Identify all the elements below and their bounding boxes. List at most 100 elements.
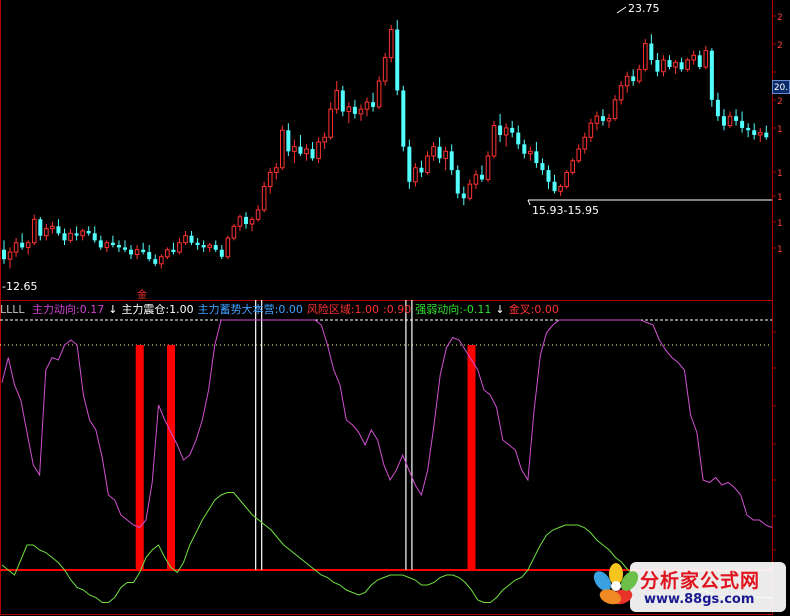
candle-body-down: [437, 146, 442, 159]
candle-body-down: [746, 127, 751, 131]
candle-body-up: [292, 146, 297, 152]
indicator-series: [0, 300, 773, 603]
candle-body-down: [213, 245, 218, 250]
candle-body-up: [304, 148, 309, 155]
candle-body-down: [286, 130, 291, 152]
candle-body-down: [552, 181, 557, 192]
candle-body-up: [588, 122, 594, 138]
candle-body-up: [564, 171, 569, 187]
candle-body-down: [667, 59, 672, 68]
price-axis: 2 2 2 1 1 1 1 1: [772, 13, 783, 255]
candle-body-up: [364, 101, 370, 110]
candle-body-down: [546, 170, 551, 182]
candle-body-up: [376, 80, 382, 108]
candlestick-series: [2, 20, 769, 269]
candle-body-down: [715, 99, 720, 117]
candle-body-down: [540, 163, 545, 171]
candle-body-up: [606, 118, 612, 122]
candle-body-up: [691, 54, 697, 61]
legend-item: 强弱动向:-0.11: [415, 303, 492, 316]
candle-body-down: [310, 149, 315, 159]
high-label: 23.75: [628, 2, 660, 15]
candle-body-down: [56, 226, 61, 234]
candle-body-up: [703, 50, 709, 68]
candle-body-down: [721, 116, 726, 126]
candle-body-down: [86, 231, 91, 234]
price-tick-label: 2: [777, 97, 783, 107]
candle-body-up: [443, 150, 448, 159]
candle-body-up: [7, 251, 13, 260]
candle-body-up: [334, 89, 340, 110]
candle-body-down: [740, 120, 745, 128]
candle-body-down: [244, 216, 248, 224]
candle-body-down: [419, 167, 424, 173]
candle-body-down: [510, 127, 515, 133]
candle-body-up: [358, 108, 364, 115]
candle-body-down: [522, 144, 527, 154]
signal-bar: [467, 345, 476, 570]
candle-body-down: [401, 90, 406, 147]
candle-body-up: [727, 115, 733, 127]
candle-body-up: [612, 99, 618, 120]
candle-body-down: [195, 242, 200, 246]
candle-body-up: [44, 228, 49, 237]
price-tick-label: 1: [777, 169, 783, 179]
candle-body-up: [576, 148, 582, 162]
range-leader-line: [527, 199, 531, 206]
candle-body-up: [255, 209, 261, 220]
candle-body-up: [104, 242, 110, 248]
candle-body-down: [141, 249, 146, 253]
signal-bar: [135, 345, 144, 570]
candle-body-down: [74, 233, 79, 236]
candle-body-up: [673, 61, 678, 68]
candle-body-up: [467, 183, 473, 199]
candle-body-down: [600, 116, 605, 121]
price-tick-label: 1: [777, 125, 783, 135]
candle-body-up: [485, 155, 491, 180]
candle-body-up: [273, 167, 279, 173]
candle-body-up: [388, 29, 394, 59]
high-leader-line: [616, 6, 627, 14]
price-annotations: 23.75 -12.65 15.93-15.95 金: [2, 2, 772, 301]
candle-body-up: [624, 75, 630, 87]
candle-body-down: [201, 245, 206, 248]
candle-body-down: [449, 151, 454, 171]
range-label: 15.93-15.95: [532, 204, 599, 217]
candle-body-down: [2, 249, 6, 260]
candle-body-up: [322, 136, 327, 143]
price-tick-label: 2: [777, 13, 783, 23]
candle-body-down: [116, 245, 121, 248]
watermark-url: www.88gs.com: [644, 592, 755, 607]
candle-body-down: [110, 242, 115, 246]
candle-body-up: [757, 132, 763, 136]
candle-body-down: [764, 132, 769, 138]
price-tick-label: 2: [777, 41, 783, 51]
legend-item: 金叉:0.00: [508, 303, 559, 316]
legend-prefix: LLLL: [0, 303, 25, 316]
legend-item: 主力震仓:1.00: [121, 303, 194, 316]
candle-body-down: [352, 106, 357, 114]
candle-body-down: [371, 102, 376, 107]
candle-body-down: [461, 193, 466, 199]
candle-body-up: [68, 232, 73, 241]
main-force-line: [1, 319, 773, 529]
candle-body-up: [25, 242, 31, 248]
candle-body-up: [594, 115, 600, 124]
candle-body-up: [685, 59, 690, 70]
candle-body-down: [455, 170, 460, 194]
candle-body-down: [219, 249, 224, 257]
candle-body-up: [570, 160, 576, 173]
candle-body-up: [636, 68, 642, 82]
signal-marker: 金: [137, 288, 147, 301]
candle-body-down: [189, 235, 194, 243]
low-label: -12.65: [2, 280, 37, 293]
candle-body-up: [207, 244, 212, 248]
candle-body-up: [225, 237, 231, 258]
candle-body-up: [165, 249, 170, 258]
candle-body-up: [582, 136, 588, 150]
legend-items: 主力动向:0.17 ↓ 主力震仓:1.00 主力蓄势大本营:0.00 风险区域:1.00…: [32, 303, 563, 316]
candle-body-up: [425, 155, 430, 173]
indicator-legend: LLLL 主力动向:0.17 ↓ 主力震仓:1.00 主力蓄势大本营:0.00 风险区域…: [0, 302, 567, 318]
candle-body-down: [407, 146, 412, 182]
legend-item: ↓: [108, 303, 118, 316]
